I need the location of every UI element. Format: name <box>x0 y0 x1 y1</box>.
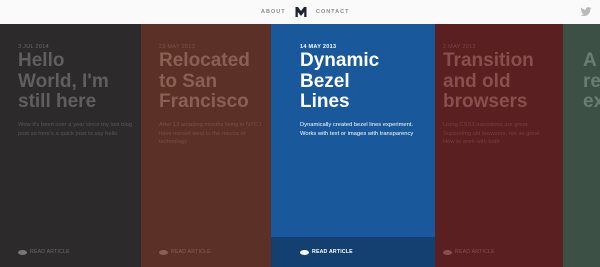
post-excerpt: After 13 amazing months living in NYC I … <box>159 122 262 145</box>
post-excerpt: Wow it's been over a year since my last … <box>18 122 133 137</box>
read-article-link[interactable]: READ ARTICLE <box>159 249 211 255</box>
top-navigation: ABOUT CONTACT <box>0 0 600 24</box>
nav-contact-link[interactable]: CONTACT <box>316 9 349 15</box>
post-title-line: and old <box>443 70 511 92</box>
post-card[interactable]: A re ex <box>563 24 600 267</box>
post-card[interactable]: 23 MAY 2013 Relocated to San Francisco A… <box>141 24 271 267</box>
nav-about-link[interactable]: ABOUT <box>261 9 286 15</box>
post-title-line: to San <box>159 70 218 92</box>
post-card[interactable]: 2 MAY 2013 Transition and old browsers U… <box>435 24 563 267</box>
eye-icon <box>443 249 452 255</box>
read-article-link[interactable]: READ ARTICLE <box>18 249 70 255</box>
post-excerpt: Using CSS3 transitions are great. Suppor… <box>443 122 541 145</box>
post-title[interactable]: Transition and old browsers <box>443 50 534 113</box>
post-panels: 3 JUL 2014 Hello World, I'm still here W… <box>0 24 600 267</box>
post-title-line: Dynamic <box>300 50 380 71</box>
post-title-line: Lines <box>300 91 350 112</box>
post-title-line: Relocated <box>159 50 250 71</box>
post-title[interactable]: A re ex <box>583 50 600 113</box>
post-card-active[interactable]: 14 MAY 2013 Dynamic Bezel Lines Dynamica… <box>271 24 435 267</box>
post-title-line: World, I'm <box>18 70 109 92</box>
post-excerpt: Dynamically created bezel lines experime… <box>300 122 414 137</box>
post-title-line: Hello <box>18 50 65 71</box>
read-article-link[interactable]: READ ARTICLE <box>300 249 353 255</box>
eye-icon <box>300 249 309 255</box>
post-title-line: still here <box>18 91 97 112</box>
post-title[interactable]: Dynamic Bezel Lines <box>300 50 380 113</box>
eye-icon <box>18 249 27 255</box>
read-article-label: READ ARTICLE <box>312 249 353 255</box>
post-card[interactable]: 3 JUL 2014 Hello World, I'm still here W… <box>0 24 141 267</box>
post-title-line: browsers <box>443 91 528 112</box>
read-article-label: READ ARTICLE <box>30 249 70 255</box>
post-title-line: Bezel <box>300 70 350 92</box>
post-title[interactable]: Relocated to San Francisco <box>159 50 250 113</box>
post-title[interactable]: Hello World, I'm still here <box>18 50 109 113</box>
post-title-line: A <box>583 50 597 71</box>
read-article-bar <box>271 237 435 267</box>
read-article-label: READ ARTICLE <box>171 249 211 255</box>
post-title-line: Francisco <box>159 91 249 112</box>
post-title-line: ex <box>583 91 600 112</box>
read-article-link[interactable]: READ ARTICLE <box>443 249 495 255</box>
read-article-label: READ ARTICLE <box>455 249 495 255</box>
eye-icon <box>159 249 168 255</box>
twitter-icon[interactable] <box>580 7 592 17</box>
post-title-line: re <box>583 70 600 92</box>
m-logo-icon[interactable] <box>295 6 307 18</box>
post-title-line: Transition <box>443 50 534 71</box>
